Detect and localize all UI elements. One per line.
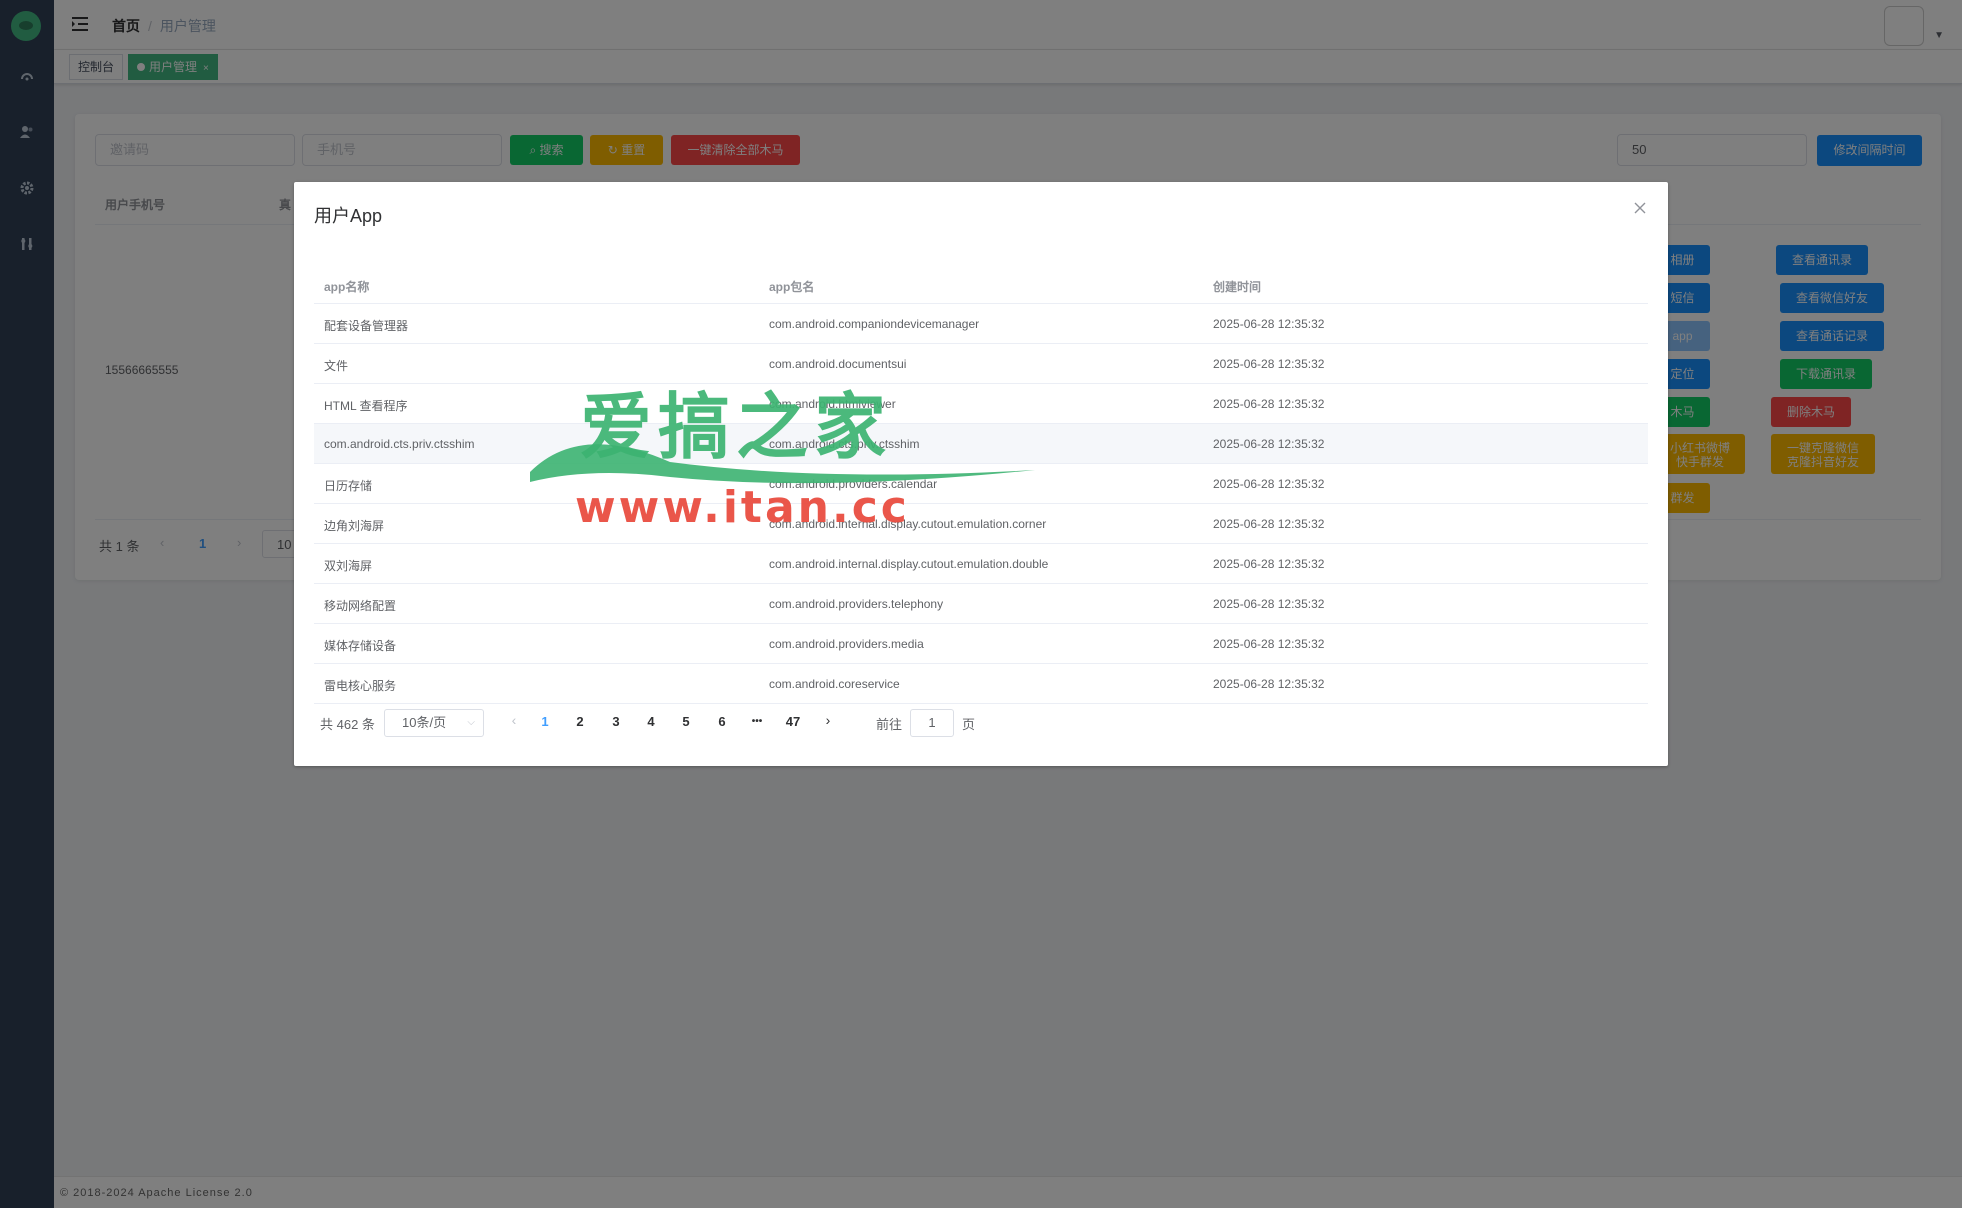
column-app-name: app名称 (324, 280, 370, 294)
table-row: HTML 查看程序 com.android.htmlviewer 2025-06-2… (314, 384, 1648, 424)
app-name-cell: 文件 (324, 359, 349, 373)
page-3[interactable]: 3 (601, 714, 631, 729)
page-4[interactable]: 4 (636, 714, 666, 729)
package-cell: com.android.providers.telephony (769, 597, 944, 611)
page-size-select[interactable]: 10条/页 ⌵ (384, 709, 484, 737)
created-cell: 2025-06-28 12:35:32 (1213, 357, 1325, 371)
column-created: 创建时间 (1213, 280, 1262, 294)
page-size-label: 10条/页 (402, 715, 447, 730)
app-table: app名称 app包名 创建时间 配套设备管理器 com.android.comp… (314, 266, 1648, 704)
goto-label: 前往 (876, 717, 903, 732)
created-cell: 2025-06-28 12:35:32 (1213, 677, 1325, 691)
page-47[interactable]: 47 (778, 714, 808, 729)
app-name-cell: HTML 查看程序 (324, 399, 408, 413)
page-1[interactable]: 1 (530, 714, 560, 729)
package-cell: com.android.companiondevicemanager (769, 317, 980, 331)
app-pagination: 共 462 条 10条/页 ⌵ ‹ 1 2 3 4 5 6 ••• 47 › 前往… (314, 706, 1214, 737)
created-cell: 2025-06-28 12:35:32 (1213, 557, 1325, 571)
pager-total: 共 462 条 (320, 717, 375, 732)
app-name-cell: 边角刘海屏 (324, 519, 385, 533)
page-2[interactable]: 2 (565, 714, 595, 729)
package-cell: com.android.htmlviewer (769, 397, 896, 411)
table-row: com.android.cts.priv.ctsshim com.android.… (314, 424, 1648, 464)
created-cell: 2025-06-28 12:35:32 (1213, 437, 1325, 451)
app-name-cell: 雷电核心服务 (324, 679, 397, 693)
app-name-cell: 移动网络配置 (324, 599, 397, 613)
package-cell: com.android.internal.display.cutout.emul… (769, 517, 1047, 531)
app-name-cell: 日历存储 (324, 479, 373, 493)
created-cell: 2025-06-28 12:35:32 (1213, 597, 1325, 611)
page-6[interactable]: 6 (707, 714, 737, 729)
goto-page-input[interactable]: 1 (910, 709, 954, 737)
created-cell: 2025-06-28 12:35:32 (1213, 397, 1325, 411)
table-row: 日历存储 com.android.providers.calendar 2025-0… (314, 464, 1648, 504)
goto-suffix: 页 (962, 717, 976, 732)
next-page-icon[interactable]: › (818, 712, 838, 728)
table-row: 文件 com.android.documentsui 2025-06-28 12:3… (314, 344, 1648, 384)
prev-page-icon[interactable]: ‹ (504, 712, 524, 728)
app-name-cell: com.android.cts.priv.ctsshim (324, 437, 475, 451)
table-row: 边角刘海屏 com.android.internal.display.cutout… (314, 504, 1648, 544)
user-app-dialog: 用户App app名称 app包名 创建时间 配套设备管理器 com.androi… (294, 182, 1668, 766)
table-row: 双刘海屏 com.android.internal.display.cutout.… (314, 544, 1648, 584)
page-5[interactable]: 5 (671, 714, 701, 729)
package-cell: com.android.coreservice (769, 677, 900, 691)
close-icon[interactable] (1632, 200, 1648, 216)
package-cell: com.android.providers.media (769, 637, 924, 651)
table-row: 媒体存储设备 com.android.providers.media 2025-06… (314, 624, 1648, 664)
created-cell: 2025-06-28 12:35:32 (1213, 517, 1325, 531)
app-name-cell: 配套设备管理器 (324, 319, 409, 333)
table-row: 雷电核心服务 com.android.coreservice 2025-06-28 … (314, 664, 1648, 704)
table-row: 配套设备管理器 com.android.companiondevicemanage… (314, 304, 1648, 344)
more-pages-icon[interactable]: ••• (742, 716, 772, 727)
app-name-cell: 媒体存储设备 (324, 639, 397, 653)
package-cell: com.android.cts.priv.ctsshim (769, 437, 920, 451)
table-header: app名称 app包名 创建时间 (314, 266, 1648, 304)
column-package: app包名 (769, 280, 815, 294)
package-cell: com.android.providers.calendar (769, 477, 938, 491)
app-name-cell: 双刘海屏 (324, 559, 373, 573)
table-row: 移动网络配置 com.android.providers.telephony 202… (314, 584, 1648, 624)
chevron-down-icon: ⌵ (467, 717, 475, 728)
dialog-title: 用户App (314, 206, 383, 226)
created-cell: 2025-06-28 12:35:32 (1213, 637, 1325, 651)
created-cell: 2025-06-28 12:35:32 (1213, 317, 1325, 331)
package-cell: com.android.internal.display.cutout.emul… (769, 557, 1049, 571)
package-cell: com.android.documentsui (769, 357, 907, 371)
created-cell: 2025-06-28 12:35:32 (1213, 477, 1325, 491)
